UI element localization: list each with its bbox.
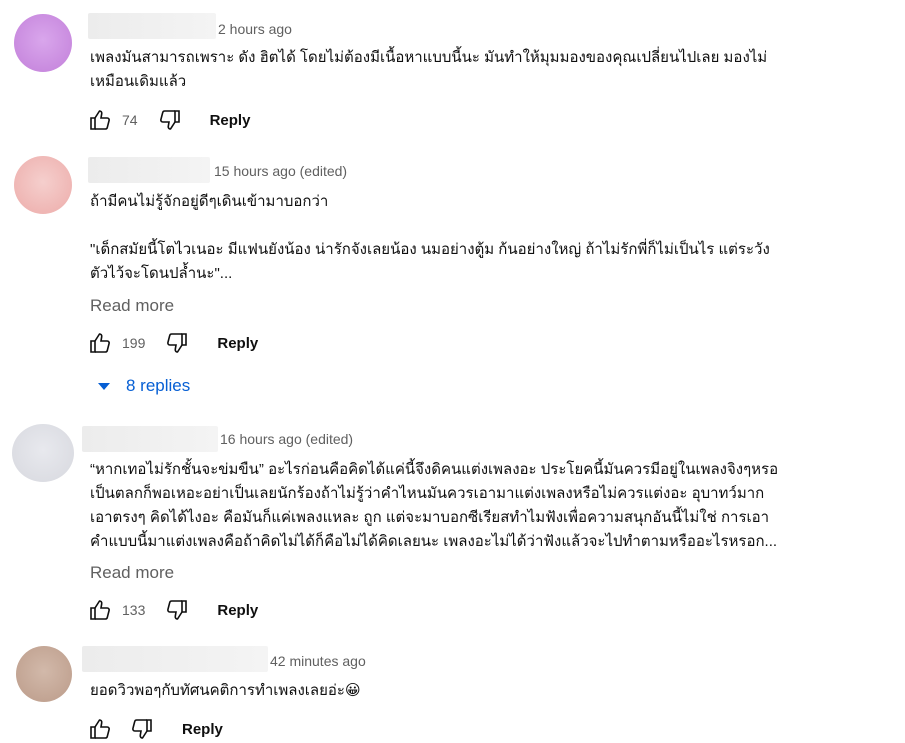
avatar[interactable] (16, 646, 72, 702)
dislike-icon[interactable] (156, 106, 184, 134)
comment-timestamp[interactable]: 15 hours ago (edited) (214, 161, 347, 181)
comment-actions: 199 Reply (86, 329, 258, 357)
comment-timestamp[interactable]: 2 hours ago (218, 19, 292, 39)
caret-down-icon (98, 382, 110, 390)
view-replies-button[interactable]: 8 replies (98, 376, 190, 396)
avatar[interactable] (14, 14, 72, 72)
like-icon[interactable] (86, 106, 114, 134)
author-name-redacted[interactable] (88, 157, 210, 183)
author-name-redacted[interactable] (82, 646, 268, 672)
dislike-icon[interactable] (128, 715, 156, 743)
dislike-icon[interactable] (163, 596, 191, 624)
read-more-link[interactable]: Read more (90, 296, 174, 316)
comment-timestamp[interactable]: 16 hours ago (edited) (220, 429, 353, 449)
dislike-icon[interactable] (163, 329, 191, 357)
avatar[interactable] (12, 424, 74, 482)
comment-actions: 133 Reply (86, 596, 258, 624)
comment-timestamp[interactable]: 42 minutes ago (270, 651, 366, 671)
avatar[interactable] (14, 156, 72, 214)
author-name-redacted[interactable] (88, 13, 216, 39)
author-name-redacted[interactable] (82, 426, 218, 452)
like-icon[interactable] (86, 596, 114, 624)
replies-count-label: 8 replies (126, 376, 191, 395)
like-icon[interactable] (86, 329, 114, 357)
like-count: 199 (122, 335, 146, 351)
comment-text: เพลงมันสามารถเพราะ ดัง ฮิตได้ โดยไม่ต้อง… (90, 49, 768, 90)
comment-text: “หากเทอไม่รักชั้นจะข่มขืน” อะไรก่อนคือคิ… (90, 461, 779, 550)
like-icon[interactable] (86, 715, 114, 743)
reply-button[interactable]: Reply (217, 602, 258, 619)
like-count: 74 (122, 112, 138, 128)
reply-button[interactable]: Reply (182, 721, 223, 738)
reply-button[interactable]: Reply (210, 112, 251, 129)
comment-text: ยอดวิวพอๆกับทัศนคติการทำเพลงเลยอ่ะ😀 (90, 682, 361, 699)
comment-actions: 74 Reply (86, 106, 250, 134)
read-more-link[interactable]: Read more (90, 563, 174, 583)
comment-actions: Reply (86, 715, 223, 743)
comment-text: ถ้ามีคนไม่รู้จักอยู่ดีๆเดินเข้ามาบอกว่า … (90, 193, 770, 282)
like-count: 133 (122, 602, 146, 618)
reply-button[interactable]: Reply (217, 335, 258, 352)
